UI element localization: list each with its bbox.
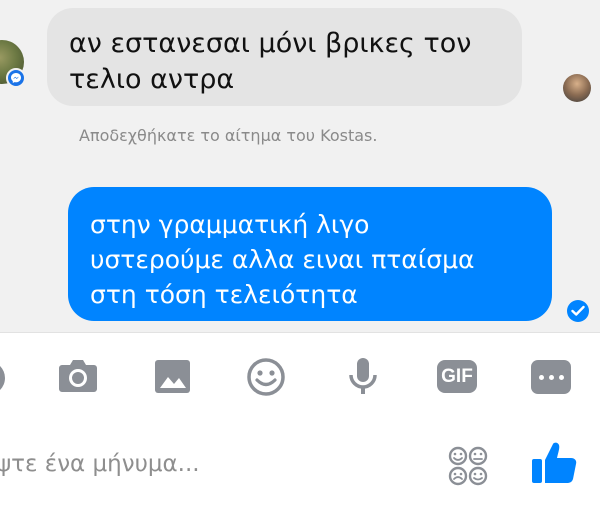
emoji-icon[interactable] (245, 356, 285, 396)
microphone-icon[interactable] (347, 356, 387, 396)
more-options-button[interactable] (531, 360, 571, 394)
messenger-badge-icon (6, 68, 26, 88)
outgoing-message-bubble[interactable]: στην γραμματική λιγο υστερούμε αλλα εινα… (68, 187, 552, 321)
system-notice: Αποδεχθήκατε το αίτημα του Kostas. (79, 126, 378, 145)
delivered-check-icon (567, 300, 589, 322)
gallery-icon[interactable] (153, 356, 193, 396)
plus-icon[interactable] (0, 358, 20, 398)
stickers-icon[interactable] (447, 446, 489, 486)
message-thread: αν εστανεσαι μόνι βρικες τον τελιο αντρα… (0, 0, 600, 332)
gif-button[interactable]: GIF (437, 360, 477, 393)
message-input[interactable]: ψτε ένα μήνυμα... (0, 451, 200, 477)
seen-indicator-avatar (563, 74, 591, 102)
contact-avatar[interactable] (0, 40, 26, 88)
camera-icon[interactable] (57, 356, 97, 396)
like-thumbs-up-button[interactable] (530, 440, 578, 486)
incoming-message-bubble[interactable]: αν εστανεσαι μόνι βρικες τον τελιο αντρα (47, 8, 522, 106)
